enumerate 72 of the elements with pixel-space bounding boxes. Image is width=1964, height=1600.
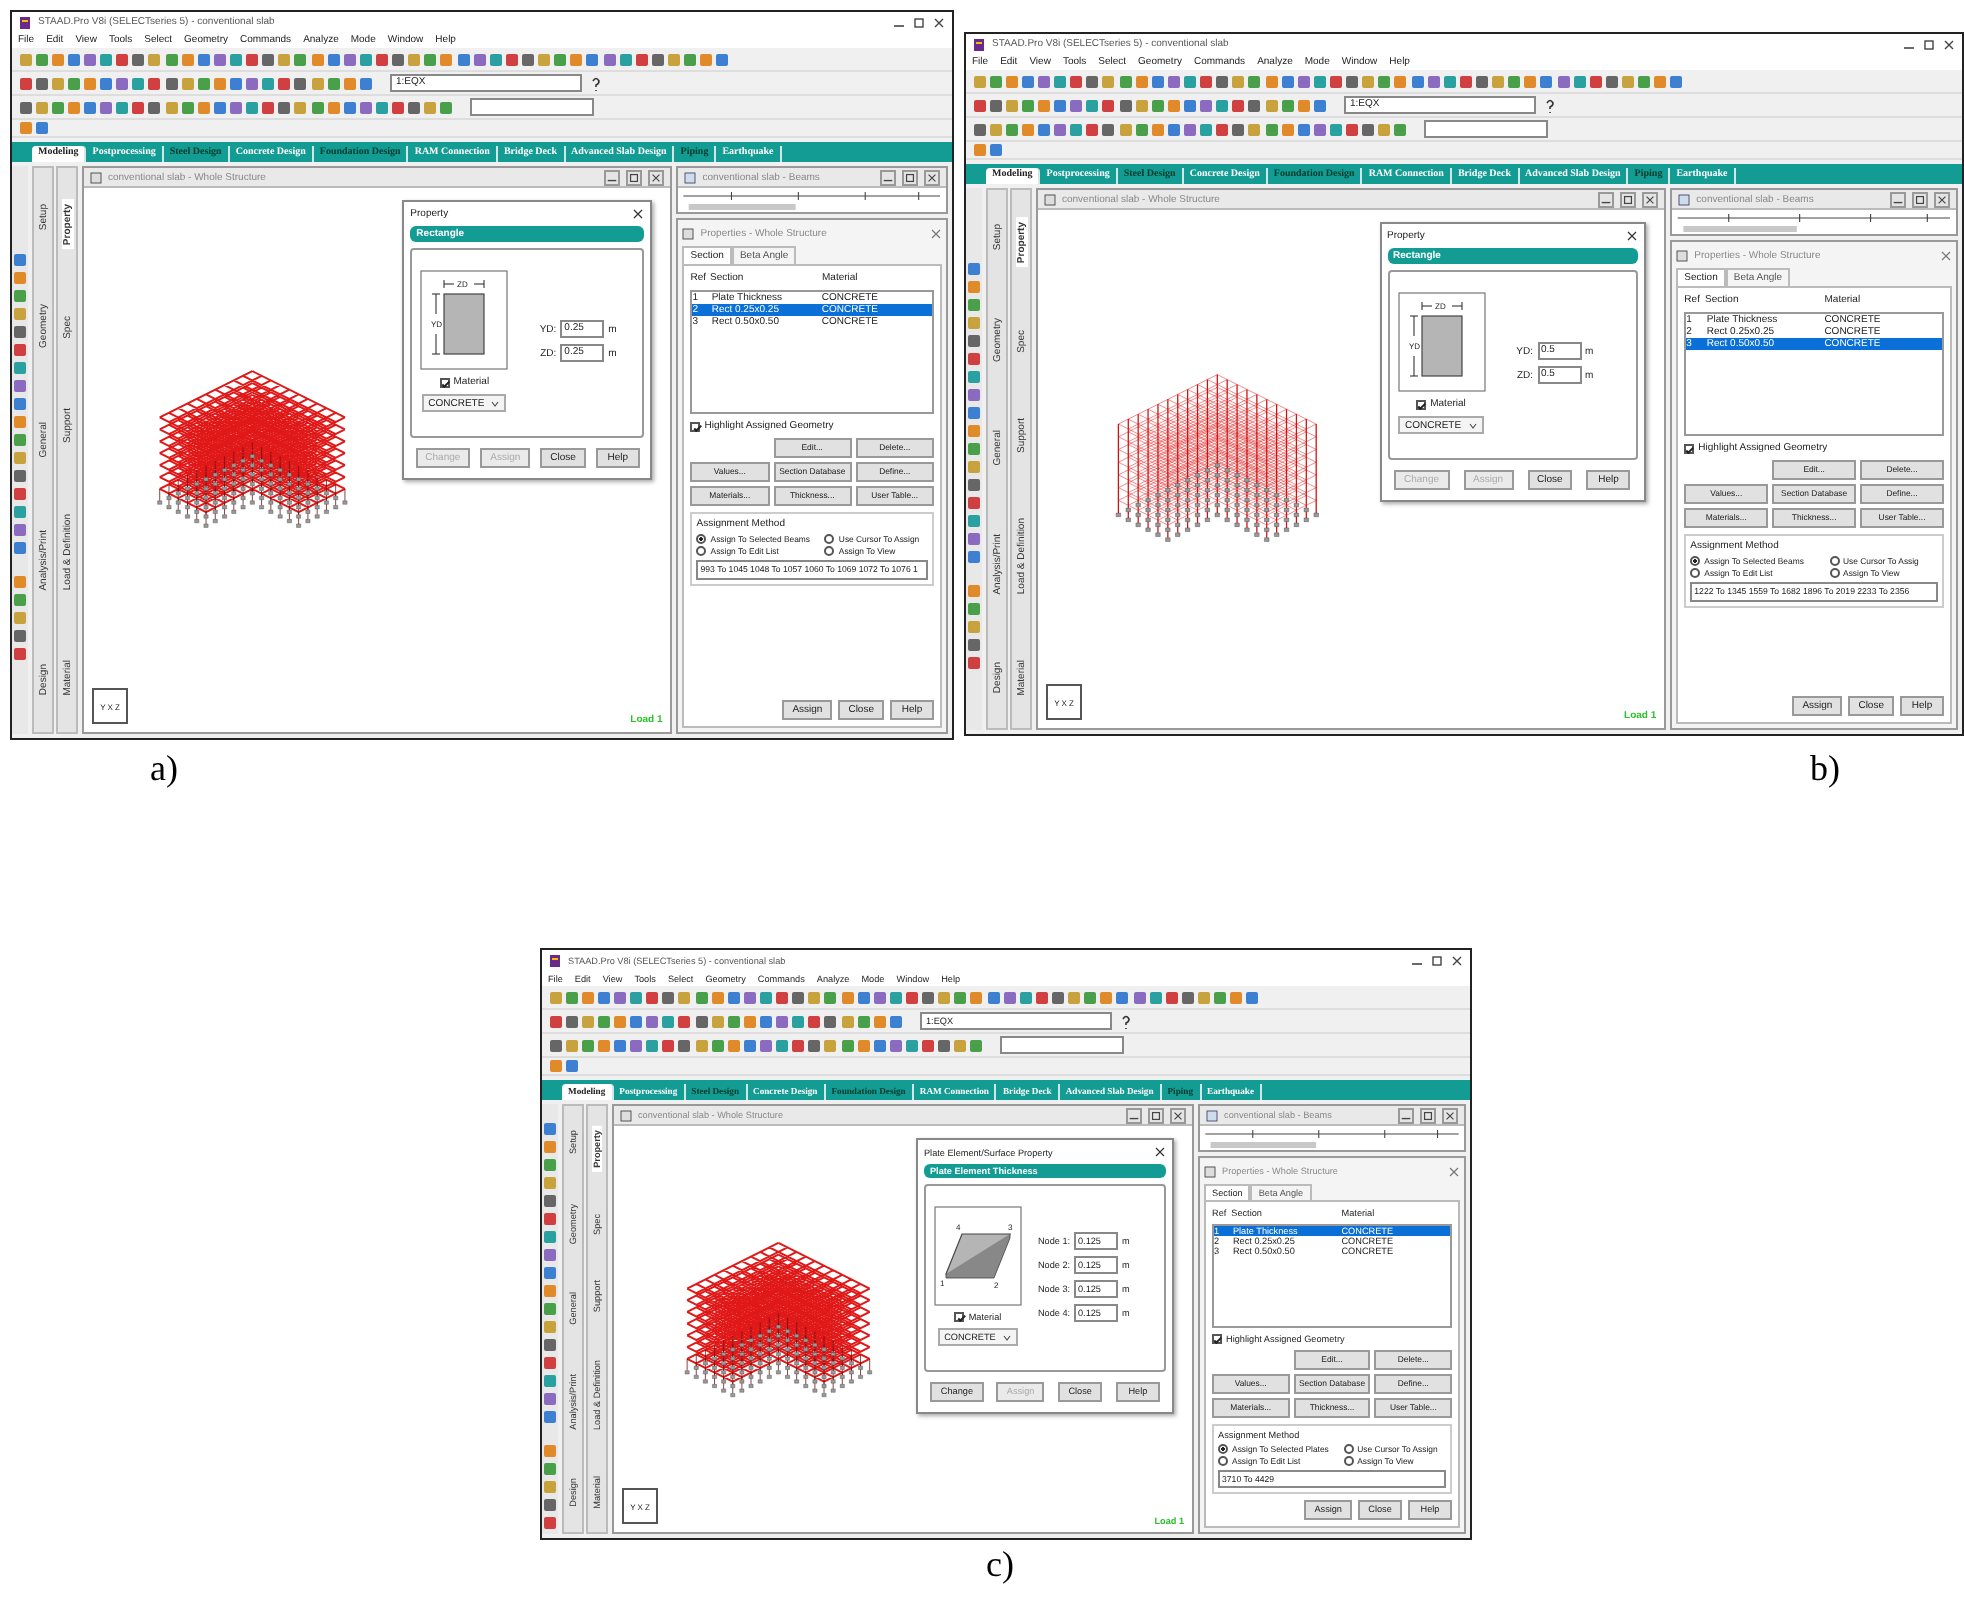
maximize-icon[interactable] [1912, 191, 1928, 207]
close-icon[interactable] [1934, 191, 1950, 207]
minimize-icon[interactable] [1890, 191, 1906, 207]
checkbox[interactable] [439, 377, 450, 387]
radio-button[interactable] [824, 534, 835, 544]
toolbar-drawing[interactable] [18, 51, 734, 67]
caret-icon [1467, 421, 1478, 429]
radio-button[interactable] [696, 546, 707, 556]
tool-icons-drawing[interactable] [12, 166, 28, 734]
checkbox[interactable] [1416, 399, 1427, 409]
radio-button[interactable] [1829, 568, 1840, 578]
maximize-icon[interactable] [1620, 191, 1637, 207]
checkbox[interactable] [1684, 443, 1695, 453]
toolbar-drawing[interactable] [548, 989, 1264, 1005]
radio-button[interactable] [1690, 556, 1701, 566]
window-icon [1204, 1165, 1217, 1177]
minimize-icon[interactable] [1398, 1107, 1414, 1123]
maximize-icon[interactable] [1922, 37, 1936, 51]
minimize-icon[interactable] [1598, 191, 1615, 207]
close-icon[interactable] [932, 15, 946, 29]
caret-icon [1001, 1333, 1012, 1341]
checkbox[interactable] [1212, 1333, 1223, 1343]
close-icon[interactable] [1170, 1107, 1187, 1123]
input-field[interactable] [1424, 120, 1548, 138]
close-icon[interactable] [1625, 230, 1638, 242]
maximize-icon[interactable] [1148, 1107, 1165, 1123]
tool-icons-drawing[interactable] [542, 1104, 558, 1534]
radio-button[interactable] [1343, 1455, 1354, 1465]
checkbox[interactable] [690, 421, 701, 431]
help-icon[interactable] [590, 75, 602, 91]
maximize-icon[interactable] [1430, 953, 1444, 967]
minimize-icon[interactable] [1126, 1107, 1143, 1123]
radio-button[interactable] [1829, 556, 1840, 566]
figure-label: c) [986, 1544, 1014, 1584]
toolbar-drawing[interactable] [972, 73, 1688, 89]
window-icon [1206, 1109, 1219, 1121]
radio-button[interactable] [1690, 568, 1701, 578]
help-icon[interactable] [1120, 1013, 1132, 1029]
close-icon[interactable] [632, 208, 645, 220]
window-icon [1678, 193, 1691, 205]
tool-icons-drawing[interactable] [966, 188, 982, 730]
help-icon[interactable] [1544, 97, 1556, 113]
input-field[interactable] [1000, 1036, 1124, 1054]
close-icon[interactable] [1154, 1146, 1167, 1158]
window-icon [1676, 249, 1689, 261]
maximize-icon[interactable] [912, 15, 926, 29]
app-icon [18, 15, 32, 29]
close-icon[interactable] [1942, 37, 1956, 51]
close-icon[interactable] [1450, 953, 1464, 967]
radio-button[interactable] [1343, 1443, 1354, 1453]
checkbox[interactable] [954, 1312, 965, 1322]
maximize-icon[interactable] [626, 169, 643, 185]
maximize-icon[interactable] [1420, 1107, 1436, 1123]
close-icon[interactable] [1442, 1107, 1458, 1123]
radio-button[interactable] [824, 546, 835, 556]
window-icon [684, 171, 697, 183]
radio-button[interactable] [696, 534, 707, 544]
figure-label: a) [150, 748, 178, 792]
window-icon [682, 227, 695, 239]
close-icon[interactable] [1642, 191, 1659, 207]
radio-button[interactable] [1218, 1443, 1229, 1453]
figure-label: b) [1810, 748, 1840, 792]
minimize-icon[interactable] [604, 169, 621, 185]
app-icon [972, 37, 986, 51]
maximize-icon[interactable] [902, 169, 918, 185]
minimize-icon[interactable] [880, 169, 896, 185]
close-icon[interactable] [924, 169, 940, 185]
radio-button[interactable] [1218, 1455, 1229, 1465]
input-field[interactable] [470, 98, 594, 116]
caret-icon [490, 399, 501, 407]
close-icon[interactable] [648, 169, 665, 185]
app-icon [548, 953, 562, 967]
